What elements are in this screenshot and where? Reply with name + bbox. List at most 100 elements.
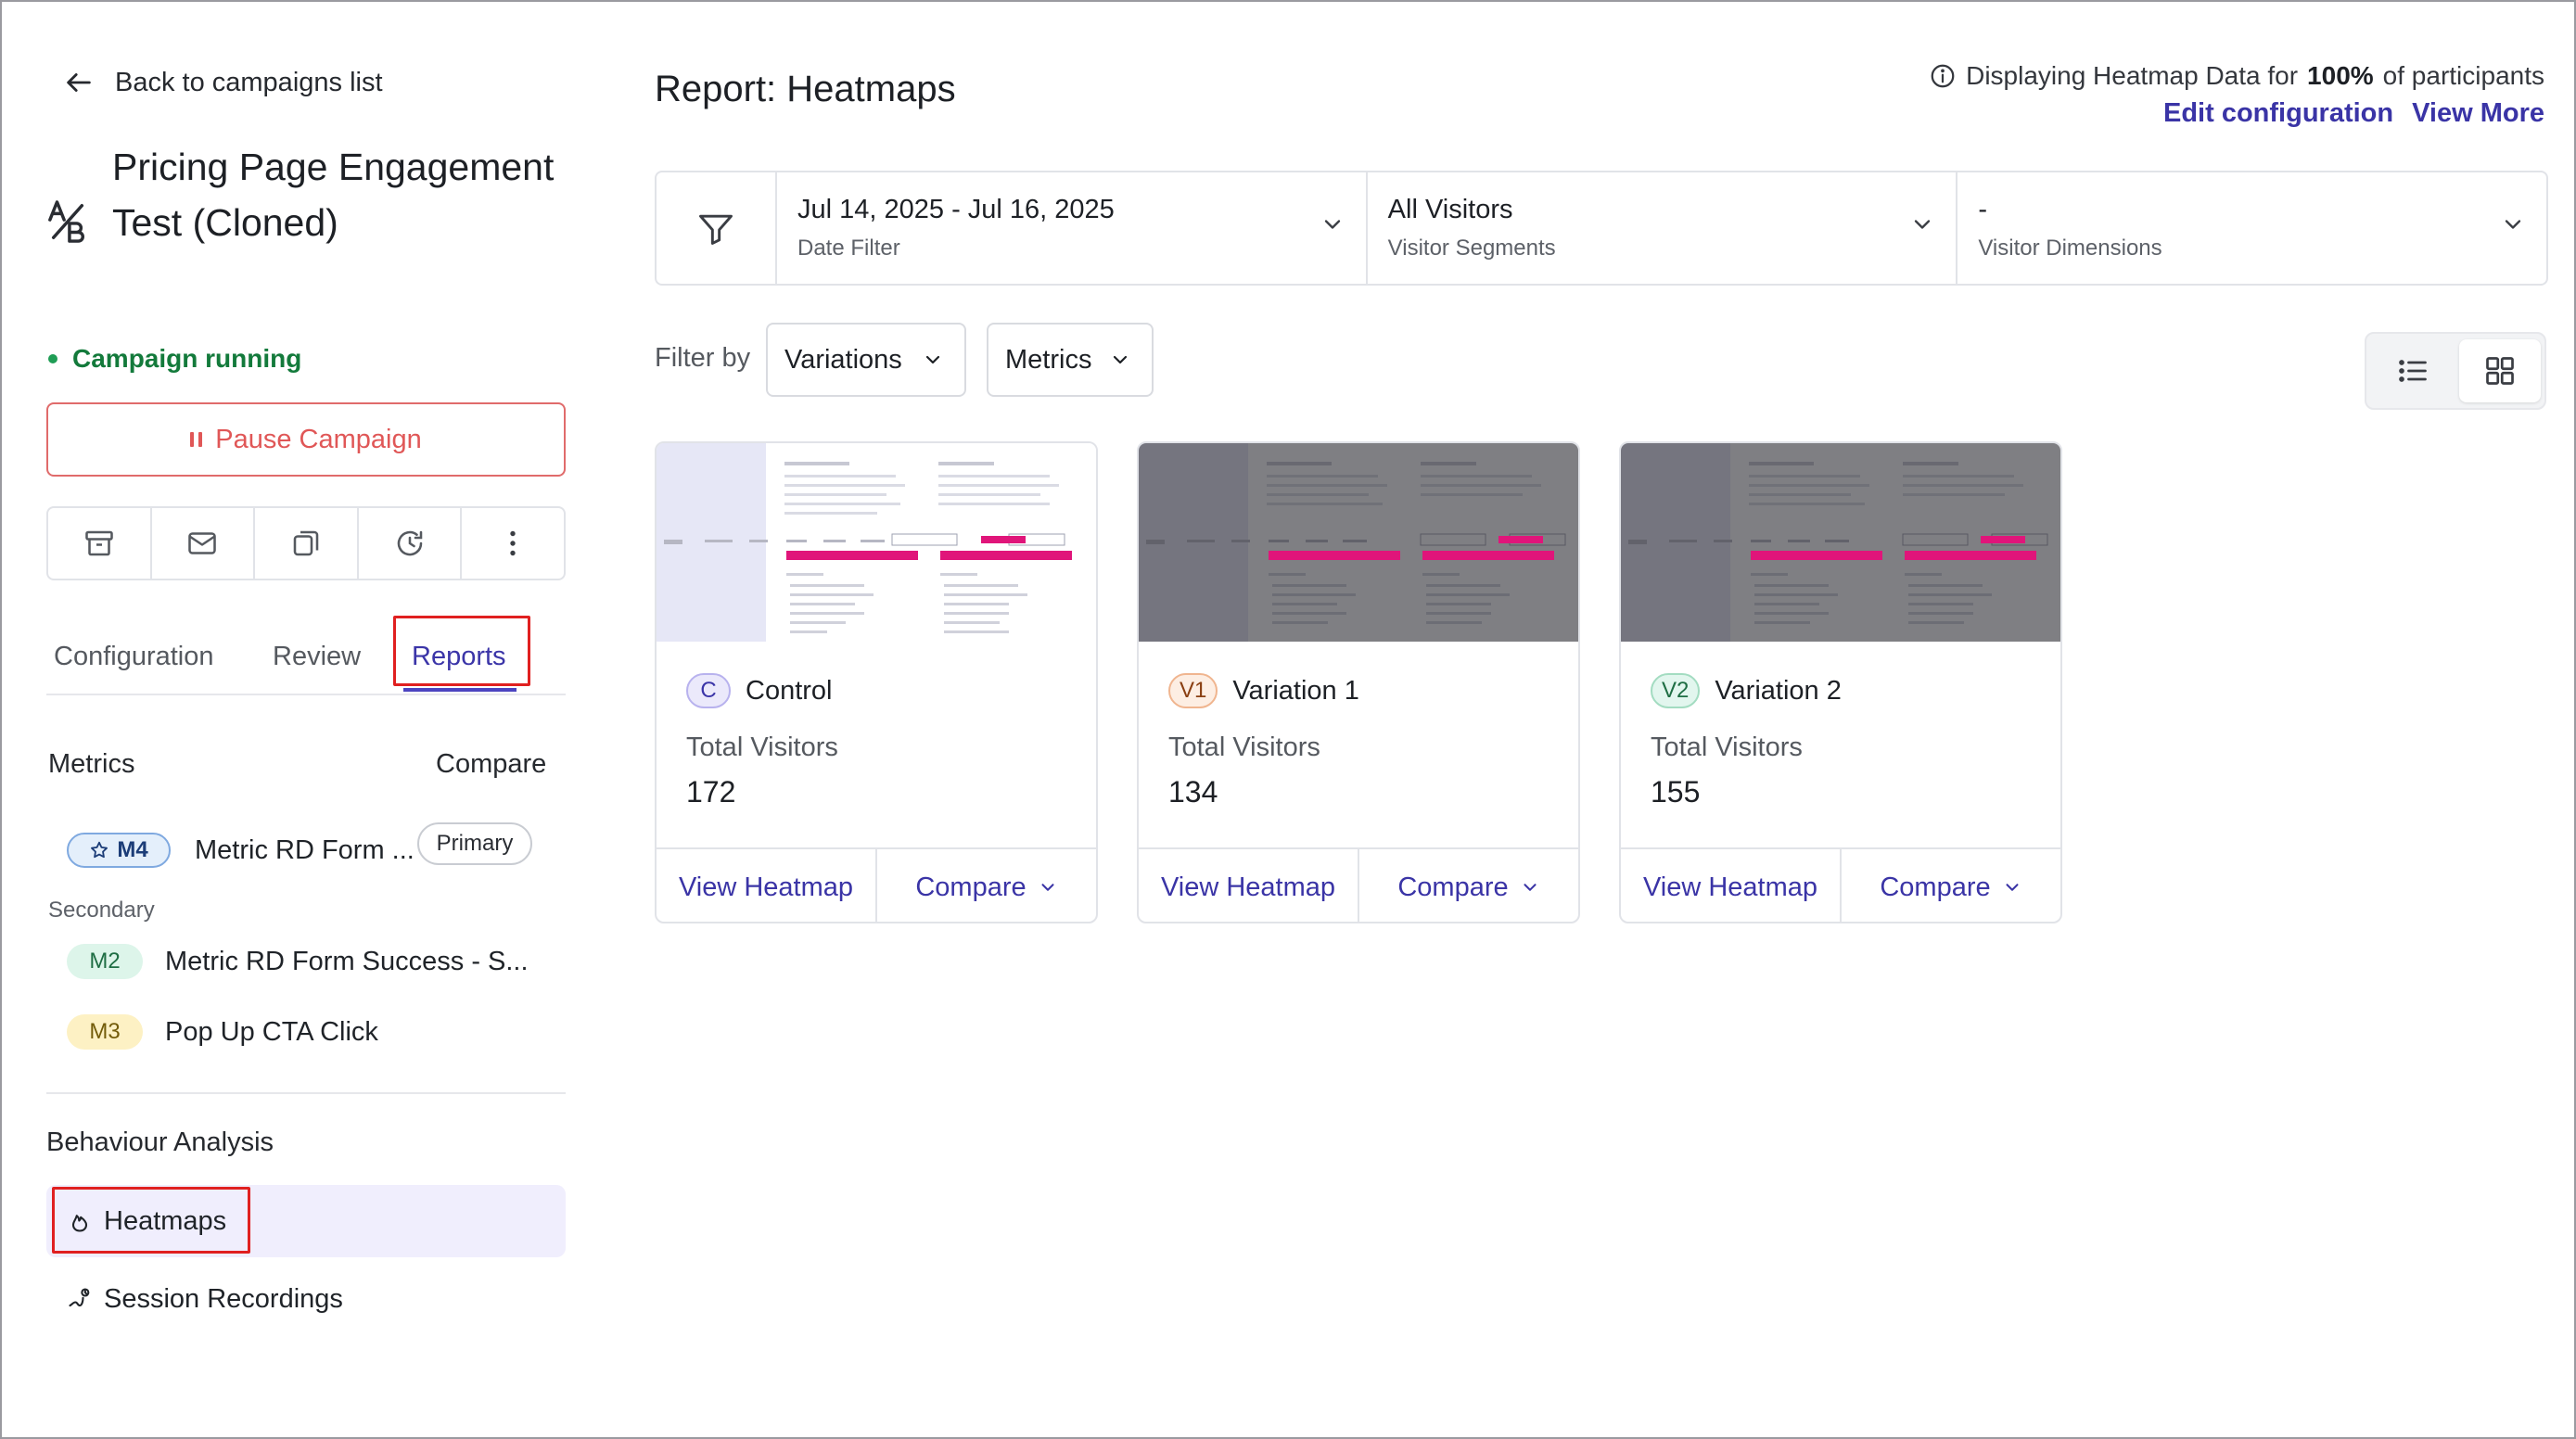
campaign-title: Pricing Page Engagement Test (Cloned) <box>112 146 555 244</box>
chevron-down-icon <box>2505 220 2521 229</box>
page-preview-image <box>657 443 1096 642</box>
primary-metric-name: Metric RD Form ... <box>195 834 414 865</box>
display-suffix: of participants <box>2382 61 2544 90</box>
visitor-dimensions-label: Visitor Dimensions <box>1978 236 2162 261</box>
grid-view-button[interactable] <box>2459 339 2541 402</box>
chevron-down-icon <box>2006 884 2019 891</box>
heatmap-thumbnail[interactable] <box>1621 443 2060 642</box>
tab-configuration[interactable]: Configuration <box>54 642 214 672</box>
card-actions: View Heatmap Compare <box>1139 847 1578 922</box>
list-icon <box>2399 360 2427 382</box>
sidebar-item-session-recordings[interactable]: Session Recordings <box>46 1263 566 1335</box>
date-filter-dropdown[interactable]: Jul 14, 2025 - Jul 16, 2025 Date Filter <box>777 172 1368 284</box>
display-percent: 100% <box>2307 61 2374 90</box>
chevron-down-icon <box>1915 220 1931 229</box>
more-options-button[interactable] <box>462 508 564 579</box>
secondary-metric-row[interactable]: M3 Pop Up CTA Click <box>67 1014 378 1050</box>
metrics-heading: Metrics <box>48 749 135 779</box>
back-label: Back to campaigns list <box>115 67 383 97</box>
status-label: Campaign running <box>72 344 302 373</box>
compare-dropdown[interactable]: Compare <box>1842 849 2060 922</box>
sidebar-item-heatmaps[interactable]: Heatmaps <box>46 1185 566 1257</box>
variation-card-control: C Control Total Visitors 172 View Heatma… <box>655 441 1098 923</box>
tab-review[interactable]: Review <box>273 642 361 672</box>
secondary-metric-row[interactable]: M2 Metric RD Form Success - S... <box>67 944 529 979</box>
compare-dropdown[interactable]: Compare <box>877 849 1096 922</box>
session-recordings-label: Session Recordings <box>104 1283 343 1314</box>
secondary-metric-name: Pop Up CTA Click <box>165 1016 378 1047</box>
total-visitors-value: 172 <box>686 775 736 809</box>
variation-header: V2 Variation 2 <box>1651 673 1842 708</box>
chevron-down-icon <box>1324 220 1340 229</box>
chevron-down-icon <box>1524 884 1537 891</box>
total-visitors-label: Total Visitors <box>1651 732 1803 762</box>
pause-icon <box>190 432 203 447</box>
visitor-dimensions-dropdown[interactable]: - Visitor Dimensions <box>1958 172 2546 284</box>
chevron-down-icon <box>1041 884 1054 891</box>
heatmap-thumbnail[interactable] <box>1139 443 1578 642</box>
star-icon <box>91 841 108 859</box>
page-title: Report: Heatmaps <box>655 69 956 109</box>
pause-campaign-button[interactable]: Pause Campaign <box>46 402 566 477</box>
archive-button[interactable] <box>48 508 152 579</box>
metric-badge-m4: M4 <box>67 833 171 868</box>
total-visitors-label: Total Visitors <box>1168 732 1320 762</box>
filter-icon <box>699 214 733 245</box>
sidebar-tabs: Configuration Review Reports <box>46 614 566 695</box>
heatmaps-label: Heatmaps <box>104 1205 227 1236</box>
metric-badge-text: M4 <box>117 837 148 862</box>
compare-dropdown[interactable]: Compare <box>1359 849 1578 922</box>
heatmap-thumbnail[interactable] <box>657 443 1096 642</box>
header-links: Edit configuration View More <box>2163 98 2544 129</box>
metric-badge-m2: M2 <box>67 944 143 979</box>
view-heatmap-button[interactable]: View Heatmap <box>1621 849 1842 922</box>
campaign-toolbar <box>46 506 566 580</box>
date-filter-label: Date Filter <box>797 236 900 261</box>
view-heatmap-button[interactable]: View Heatmap <box>1139 849 1359 922</box>
card-actions: View Heatmap Compare <box>657 847 1096 922</box>
clock-history-icon <box>397 530 422 556</box>
copy-icon <box>293 530 319 556</box>
view-more-link[interactable]: View More <box>2412 98 2544 129</box>
variation-header: V1 Variation 1 <box>1168 673 1359 708</box>
ab-test-icon <box>48 200 84 243</box>
primary-metric-row[interactable]: M4 Metric RD Form ... <box>67 833 414 868</box>
visitor-segments-value: All Visitors <box>1387 195 1513 224</box>
visitor-segments-label: Visitor Segments <box>1387 236 1556 261</box>
tab-reports[interactable]: Reports <box>412 642 506 672</box>
variation-header: C Control <box>686 673 833 708</box>
email-button[interactable] <box>152 508 256 579</box>
chevron-down-icon <box>925 355 940 364</box>
chevron-down-icon <box>1113 355 1128 364</box>
card-actions: View Heatmap Compare <box>1621 847 2060 922</box>
compare-label: Compare <box>1397 872 1509 902</box>
metrics-dropdown-label: Metrics <box>1005 344 1092 375</box>
metrics-dropdown[interactable]: Metrics <box>987 323 1154 397</box>
secondary-metric-name: Metric RD Form Success - S... <box>165 946 529 976</box>
back-to-campaigns-link[interactable]: Back to campaigns list <box>63 63 383 102</box>
clone-button[interactable] <box>255 508 359 579</box>
active-tab-indicator <box>403 688 516 692</box>
total-visitors-value: 155 <box>1651 775 1701 809</box>
status-dot <box>48 354 57 363</box>
filter-button[interactable] <box>657 172 777 284</box>
sidebar-divider <box>46 1092 566 1094</box>
info-icon <box>1931 64 1955 88</box>
list-view-button[interactable] <box>2372 339 2454 402</box>
arrow-left-icon <box>67 73 91 92</box>
view-heatmap-button[interactable]: View Heatmap <box>657 849 877 922</box>
compare-label: Compare <box>915 872 1027 902</box>
variations-dropdown-label: Variations <box>784 344 902 375</box>
compare-label: Compare <box>1880 872 1991 902</box>
filter-by-label: Filter by <box>655 343 751 373</box>
visitor-dimensions-value: - <box>1978 195 1988 224</box>
variations-dropdown[interactable]: Variations <box>766 323 966 397</box>
variation-badge: C <box>686 673 731 708</box>
edit-configuration-link[interactable]: Edit configuration <box>2163 98 2393 129</box>
grid-icon <box>2486 357 2514 385</box>
visitor-segments-dropdown[interactable]: All Visitors Visitor Segments <box>1368 172 1958 284</box>
variation-card-variation-2: V2 Variation 2 Total Visitors 155 View H… <box>1619 441 2062 923</box>
schedule-button[interactable] <box>359 508 463 579</box>
mail-icon <box>188 532 217 554</box>
page-preview-image <box>1139 443 1578 642</box>
